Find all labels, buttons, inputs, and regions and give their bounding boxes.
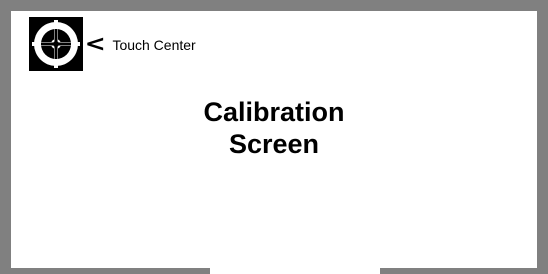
- screen-title: Calibration Screen: [11, 96, 537, 160]
- device-bezel: < Touch Center Calibration Screen: [0, 0, 548, 274]
- calibration-target[interactable]: [29, 17, 83, 71]
- chevron-left-icon: <: [84, 32, 106, 57]
- title-line-2: Screen: [228, 129, 320, 159]
- instruction-text: Touch Center: [112, 37, 196, 53]
- bezel-bottom-tab: [210, 268, 380, 274]
- crosshair-target-icon: [29, 17, 83, 71]
- instruction-row: < Touch Center: [84, 32, 196, 57]
- calibration-screen[interactable]: < Touch Center Calibration Screen: [11, 11, 537, 268]
- title-line-1: Calibration: [203, 97, 345, 127]
